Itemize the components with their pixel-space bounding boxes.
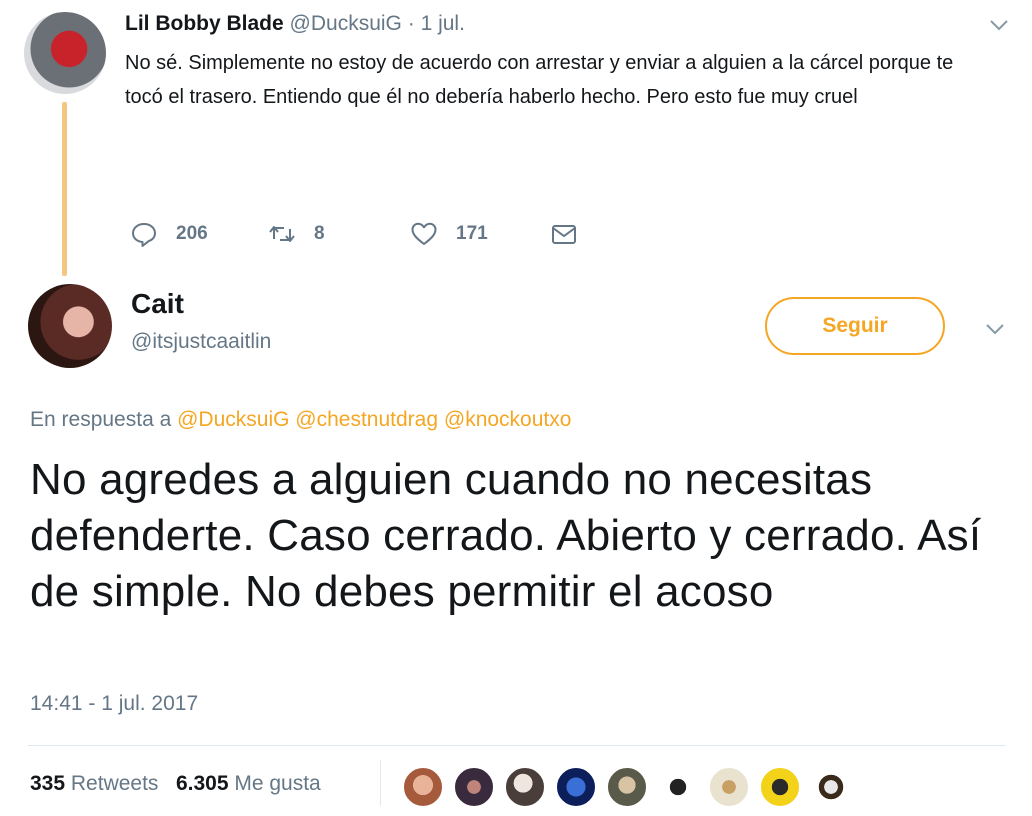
thread-line bbox=[62, 102, 67, 276]
parent-tweet-text: No sé. Simplemente no estoy de acuerdo c… bbox=[125, 52, 954, 108]
liker-avatar[interactable] bbox=[453, 766, 495, 808]
reply-button[interactable]: 206 bbox=[130, 218, 208, 250]
mention-link[interactable]: @knockoutxo bbox=[444, 408, 572, 431]
retweet-count: 8 bbox=[314, 223, 325, 244]
likers-avatars bbox=[402, 766, 861, 808]
author-handle[interactable]: @itsjustcaaitlin bbox=[131, 330, 271, 354]
retweet-total[interactable]: 335 bbox=[30, 772, 65, 795]
liker-avatar[interactable] bbox=[759, 766, 801, 808]
direct-message-button[interactable] bbox=[550, 218, 596, 250]
like-count: 171 bbox=[456, 223, 488, 244]
like-total[interactable]: 6.305 bbox=[176, 772, 229, 795]
mention-link[interactable]: @DucksuiG bbox=[177, 408, 289, 431]
reply-context: En respuesta a @DucksuiG @chestnutdrag @… bbox=[30, 408, 571, 432]
avatar-lil-bobby-blade[interactable] bbox=[24, 12, 106, 94]
reply-icon bbox=[132, 223, 156, 247]
divider bbox=[28, 745, 1006, 746]
chevron-down-icon[interactable] bbox=[988, 14, 1010, 36]
retweet-label[interactable]: Retweets bbox=[71, 772, 159, 795]
reply-prefix: En respuesta a bbox=[30, 408, 172, 431]
follow-button[interactable]: Seguir bbox=[765, 297, 945, 355]
liker-avatar[interactable] bbox=[657, 766, 699, 808]
liker-avatar[interactable] bbox=[606, 766, 648, 808]
retweet-button[interactable]: 8 bbox=[268, 218, 325, 250]
stats-divider bbox=[380, 760, 381, 806]
liker-avatar[interactable] bbox=[810, 766, 852, 808]
mention-link[interactable]: @chestnutdrag bbox=[295, 408, 438, 431]
author-name[interactable]: Cait bbox=[131, 288, 184, 320]
avatar-cait[interactable] bbox=[28, 284, 112, 368]
chevron-down-icon[interactable] bbox=[984, 318, 1006, 340]
heart-icon bbox=[411, 222, 437, 245]
like-button[interactable]: 171 bbox=[410, 218, 488, 250]
parent-tweet-header: Lil Bobby Blade @DucksuiG · 1 jul. bbox=[125, 12, 465, 36]
parent-tweet-date[interactable]: 1 jul. bbox=[421, 12, 465, 35]
tweet-stats: 335 Retweets 6.305 Me gusta bbox=[30, 772, 321, 796]
like-label[interactable]: Me gusta bbox=[234, 772, 320, 795]
header-separator: · bbox=[407, 12, 415, 35]
reply-count: 206 bbox=[176, 223, 208, 244]
liker-avatar[interactable] bbox=[708, 766, 750, 808]
liker-avatar[interactable] bbox=[504, 766, 546, 808]
parent-author-name[interactable]: Lil Bobby Blade bbox=[125, 12, 284, 35]
tweet-timestamp[interactable]: 14:41 - 1 jul. 2017 bbox=[30, 692, 198, 716]
liker-avatar[interactable] bbox=[402, 766, 444, 808]
liker-avatar[interactable] bbox=[555, 766, 597, 808]
parent-author-handle[interactable]: @DucksuiG bbox=[290, 12, 402, 35]
retweet-icon bbox=[269, 226, 295, 242]
envelope-icon bbox=[552, 225, 576, 244]
tweet-text: No agredes a alguien cuando no necesitas… bbox=[30, 455, 982, 616]
